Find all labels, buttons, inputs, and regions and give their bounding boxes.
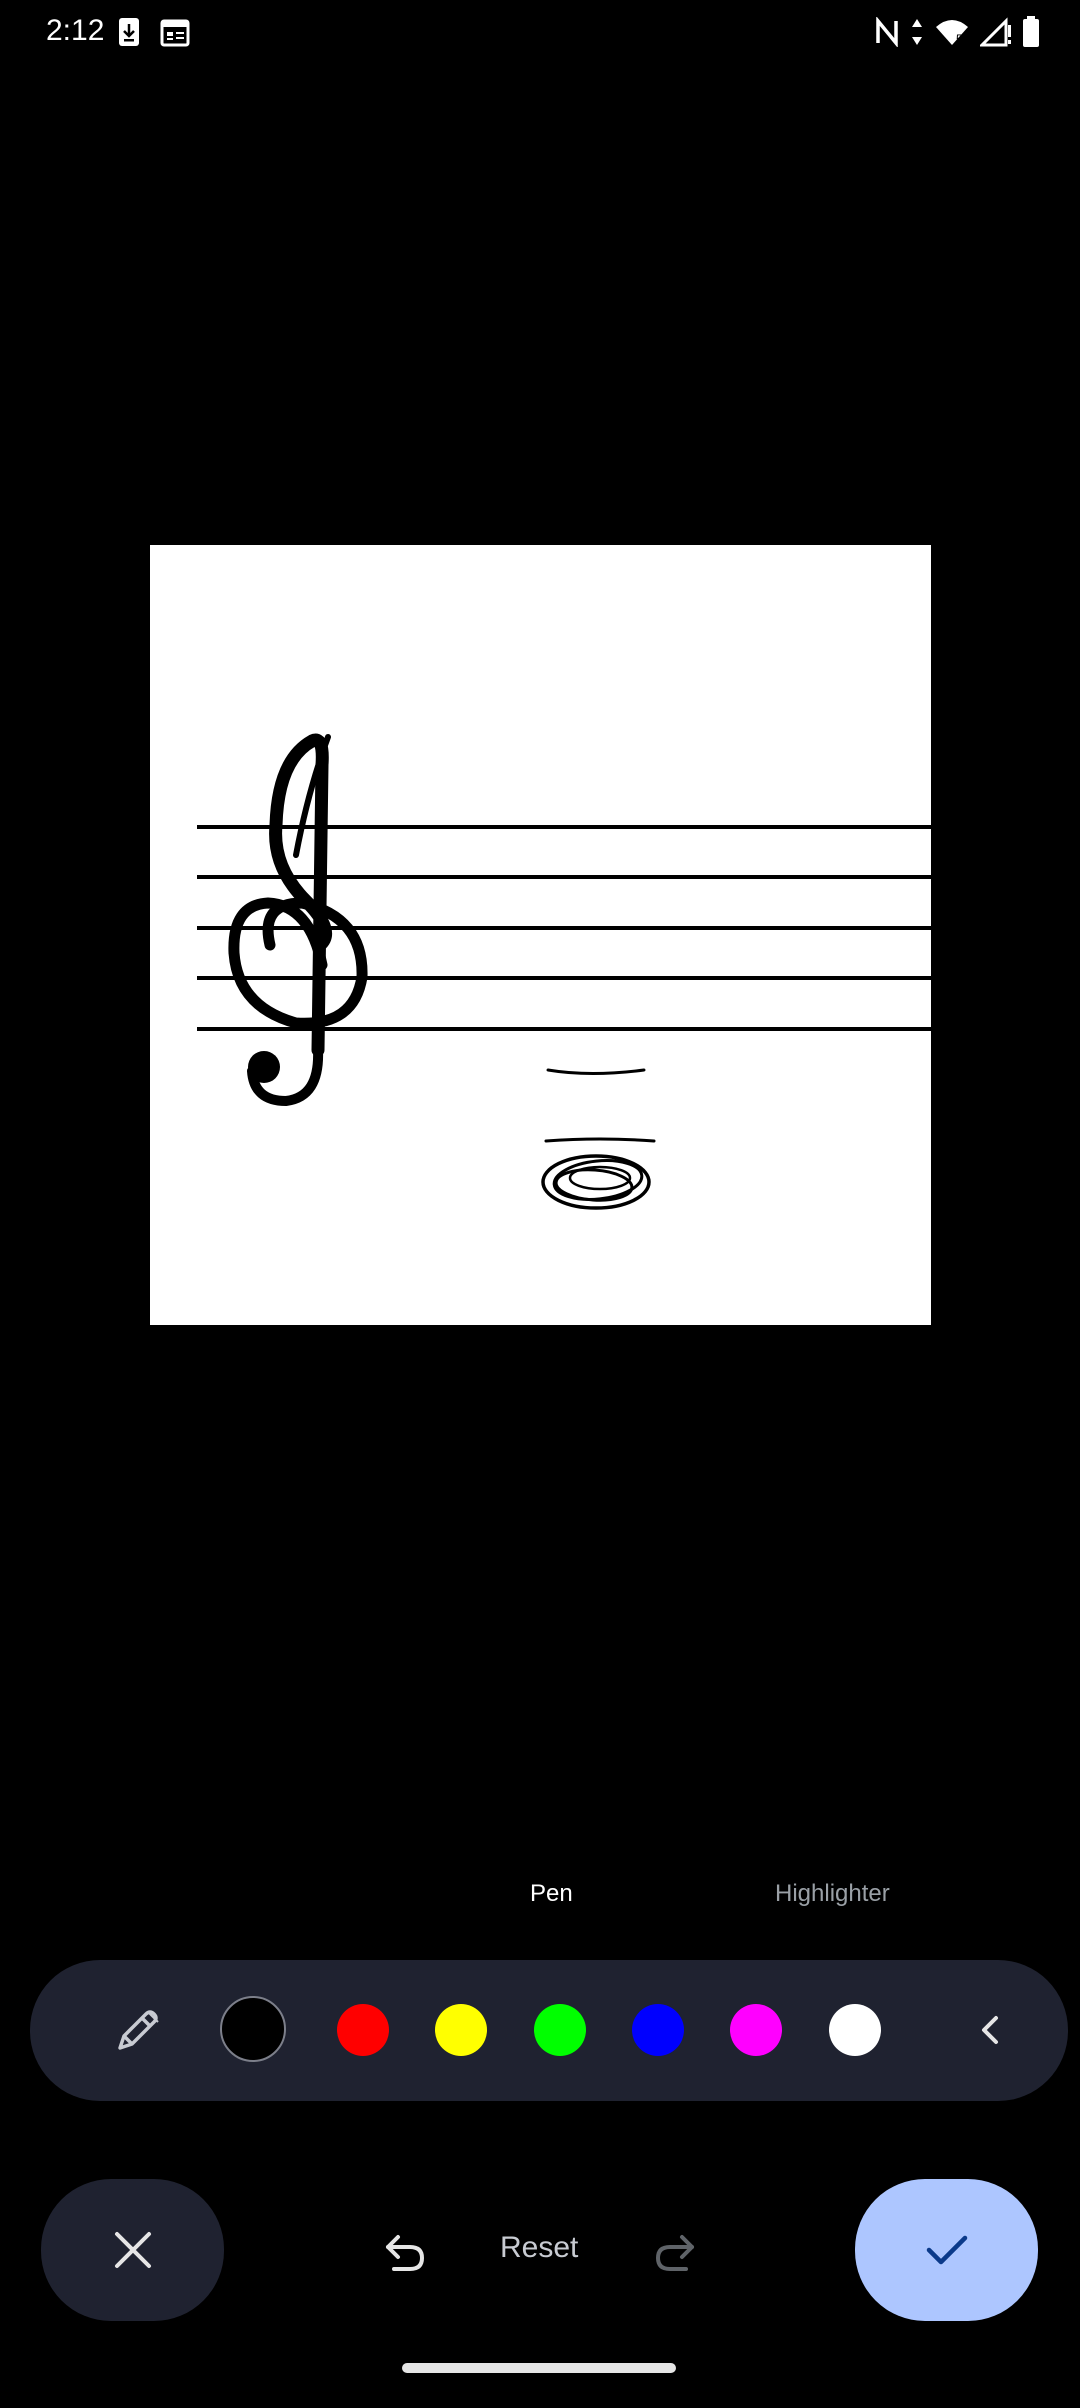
- color-swatch-blue[interactable]: [632, 2004, 684, 2056]
- calendar-icon: [160, 19, 190, 47]
- nfc-icon: [876, 17, 898, 47]
- handdrawn-note: [541, 1068, 656, 1210]
- pen-icon[interactable]: [110, 2004, 164, 2058]
- close-button[interactable]: [41, 2179, 224, 2321]
- markup-canvas[interactable]: [150, 545, 931, 1325]
- color-swatch-red[interactable]: [337, 2004, 389, 2056]
- treble-clef-icon: [228, 733, 368, 1107]
- color-swatch-green[interactable]: [534, 2004, 586, 2056]
- status-bar: 2:12 5: [0, 0, 1080, 64]
- confirm-button[interactable]: [855, 2179, 1038, 2321]
- status-icons: 5: [874, 14, 1040, 50]
- undo-icon[interactable]: [378, 2225, 432, 2279]
- tab-pen[interactable]: Pen: [530, 1880, 573, 1908]
- wifi-icon: 5: [936, 20, 968, 46]
- download-icon: [119, 18, 139, 46]
- reset-button[interactable]: Reset: [500, 2231, 578, 2265]
- close-icon: [114, 2232, 151, 2268]
- check-icon: [926, 2235, 967, 2265]
- color-swatch-magenta[interactable]: [730, 2004, 782, 2056]
- status-time: 2:12: [46, 14, 105, 47]
- gesture-nav-bar[interactable]: [402, 2363, 676, 2373]
- music-staff-image: [197, 733, 931, 1210]
- signal-icon: [980, 17, 1011, 47]
- color-swatch-black[interactable]: [220, 1996, 286, 2062]
- tab-highlighter[interactable]: Highlighter: [775, 1880, 890, 1908]
- redo-icon[interactable]: [648, 2225, 702, 2279]
- battery-icon: [1023, 16, 1039, 47]
- chevron-left-icon[interactable]: [970, 2008, 1014, 2052]
- mode-tabs: Pen Highlighter: [0, 1880, 1080, 1920]
- svg-text:5: 5: [956, 32, 963, 46]
- color-palette-toolbar: [30, 1960, 1068, 2101]
- data-arrows-icon: [912, 19, 922, 45]
- color-swatch-white[interactable]: [829, 2004, 881, 2056]
- color-swatch-yellow[interactable]: [435, 2004, 487, 2056]
